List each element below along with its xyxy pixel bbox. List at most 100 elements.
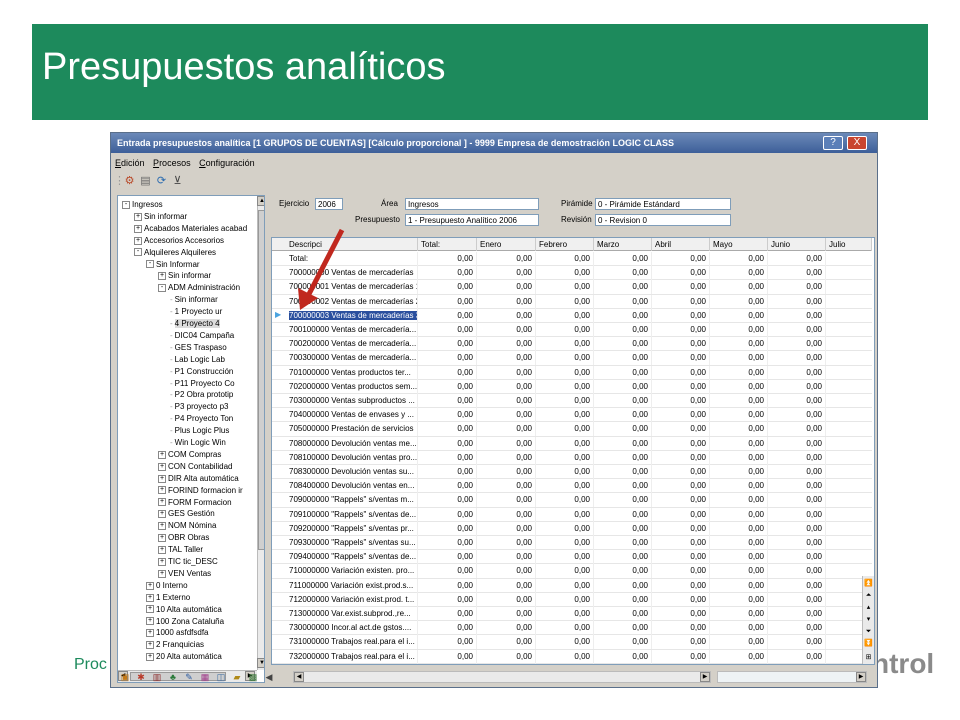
amount-cell[interactable]: 0,00: [418, 521, 477, 536]
amount-cell[interactable]: 0,00: [594, 607, 652, 621]
amount-cell[interactable]: 0,00: [710, 394, 768, 408]
amount-cell[interactable]: 0,00: [652, 394, 710, 408]
description-cell[interactable]: 701000000 Ventas productos ter...: [286, 365, 418, 380]
expand-icon[interactable]: +: [158, 569, 166, 578]
amount-cell[interactable]: 0,00: [652, 436, 710, 451]
tree-vertical-scrollbar[interactable]: ▲ ▼: [257, 196, 264, 670]
tree-item[interactable]: - Lab Logic Lab: [170, 354, 225, 365]
amount-cell[interactable]: 0,00: [594, 351, 652, 366]
description-cell[interactable]: 709400000 "Rappels" s/ventas de...: [286, 550, 418, 565]
column-header[interactable]: Junio: [768, 238, 826, 251]
amount-cell[interactable]: 0,00: [536, 621, 594, 636]
amount-cell[interactable]: 0,00: [652, 266, 710, 281]
expand-icon[interactable]: +: [158, 272, 166, 281]
table-row[interactable]: 702000000 Ventas productos sem... 0,00 0,0…: [272, 379, 872, 394]
table-row[interactable]: 708000000 Devolución ventas me... 0,00 0,0…: [272, 436, 872, 451]
next-record-icon[interactable]: ▾: [864, 614, 873, 625]
amount-cell[interactable]: 0,00: [652, 465, 710, 479]
table-row[interactable]: 731000000 Trabajos real.para el i... 0,00…: [272, 635, 872, 650]
amount-cell[interactable]: 0,00: [536, 280, 594, 295]
expand-icon[interactable]: +: [146, 593, 154, 602]
secondary-scrollbar[interactable]: ▶: [717, 671, 867, 683]
amount-cell[interactable]: 0,00: [710, 550, 768, 565]
amount-cell[interactable]: 0,00: [768, 365, 826, 380]
tree-item[interactable]: + Sin informar: [158, 270, 211, 281]
amount-cell[interactable]: 0,00: [710, 422, 768, 437]
description-cell[interactable]: 700000002 Ventas de mercaderías 2: [286, 294, 418, 309]
amount-cell[interactable]: 0,00: [418, 337, 477, 352]
amount-cell[interactable]: 0,00: [418, 323, 477, 337]
tree-item[interactable]: + Acabados Materiales acabad: [134, 223, 247, 234]
amount-cell[interactable]: 0,00: [594, 635, 652, 650]
amount-cell[interactable]: 0,00: [594, 266, 652, 281]
amount-cell[interactable]: 0,00: [536, 351, 594, 366]
tree-item[interactable]: - P2 Obra prototip: [170, 389, 233, 400]
amount-cell[interactable]: 0,00: [768, 450, 826, 465]
amount-cell[interactable]: 0,00: [652, 252, 710, 266]
amount-cell[interactable]: 0,00: [652, 521, 710, 536]
amount-cell[interactable]: 0,00: [710, 465, 768, 479]
amount-cell[interactable]: 0,00: [652, 323, 710, 337]
amount-cell[interactable]: 0,00: [710, 578, 768, 593]
amount-cell[interactable]: 0,00: [710, 308, 768, 323]
piramide-field[interactable]: 0 - Pirámide Estándard: [595, 198, 731, 210]
tree-item[interactable]: - Sin Informar: [146, 259, 200, 270]
tree-scroll-thumb[interactable]: [258, 210, 264, 550]
page-up-icon[interactable]: ⏶: [864, 590, 873, 601]
area-field[interactable]: Ingresos: [405, 198, 539, 210]
table-row[interactable]: 704000000 Ventas de envases y ... 0,00 0,0…: [272, 408, 872, 423]
amount-cell[interactable]: 0,00: [594, 578, 652, 593]
tree-item[interactable]: - GES Traspaso: [170, 342, 227, 353]
tree-item[interactable]: + COM Compras: [158, 449, 221, 460]
table-row[interactable]: 700000000 Ventas de mercaderías 0,00 0,00 0…: [272, 266, 872, 281]
amount-cell[interactable]: 0,00: [477, 649, 536, 664]
amount-cell[interactable]: 0,00: [418, 450, 477, 465]
description-cell[interactable]: 709200000 "Rappels" s/ventas pr...: [286, 521, 418, 536]
amount-cell[interactable]: 0,00: [652, 450, 710, 465]
amount-cell[interactable]: 0,00: [594, 422, 652, 437]
expand-icon[interactable]: +: [158, 510, 166, 519]
amount-cell[interactable]: 0,00: [710, 493, 768, 508]
amount-cell[interactable]: 0,00: [768, 280, 826, 295]
table-row[interactable]: 700300000 Ventas de mercadería... 0,00 0,0…: [272, 351, 872, 366]
amount-cell[interactable]: 0,00: [768, 635, 826, 650]
tree-item[interactable]: - Win Logic Win: [170, 437, 226, 448]
amount-cell[interactable]: 0,00: [710, 607, 768, 621]
grid-icon[interactable]: ▩: [247, 671, 259, 683]
close-button[interactable]: X: [847, 136, 867, 150]
grid-horizontal-scrollbar[interactable]: ◀ ▶: [293, 671, 711, 683]
description-cell[interactable]: 700000003 Ventas de mercaderías 3: [286, 308, 418, 323]
amount-cell[interactable]: 0,00: [594, 365, 652, 380]
amount-cell[interactable]: 0,00: [710, 649, 768, 664]
amount-cell[interactable]: 0,00: [418, 479, 477, 494]
tree-item[interactable]: +10 Alta automática: [146, 604, 222, 615]
amount-cell[interactable]: 0,00: [652, 280, 710, 295]
amount-cell[interactable]: 0,00: [418, 465, 477, 479]
prior-record-icon[interactable]: ▴: [864, 602, 873, 613]
amount-cell[interactable]: 0,00: [418, 564, 477, 579]
amount-cell[interactable]: 0,00: [536, 578, 594, 593]
expand-icon[interactable]: +: [158, 545, 166, 554]
column-header[interactable]: Marzo: [594, 238, 652, 251]
amount-cell[interactable]: 0,00: [710, 436, 768, 451]
table-row[interactable]: 708400000 Devolución ventas en... 0,00 0,0…: [272, 479, 872, 494]
expand-icon[interactable]: +: [146, 581, 154, 590]
amount-cell[interactable]: 0,00: [477, 294, 536, 309]
amount-cell[interactable]: 0,00: [594, 621, 652, 636]
column-header[interactable]: Julio: [826, 238, 872, 251]
properties-icon[interactable]: ⚙: [123, 175, 136, 188]
amount-cell[interactable]: 0,00: [477, 308, 536, 323]
description-cell[interactable]: 703000000 Ventas subproductos ...: [286, 394, 418, 408]
description-cell[interactable]: 708300000 Devolución ventas su...: [286, 465, 418, 479]
amount-cell[interactable]: 0,00: [477, 578, 536, 593]
expand-icon[interactable]: +: [134, 212, 142, 221]
amount-cell[interactable]: 0,00: [477, 507, 536, 522]
amount-cell[interactable]: 0,00: [477, 621, 536, 636]
amount-cell[interactable]: 0,00: [594, 550, 652, 565]
page-down-icon[interactable]: ⏷: [864, 626, 873, 637]
description-cell[interactable]: 713000000 Var.exist.subprod.,re...: [286, 607, 418, 621]
amount-cell[interactable]: 0,00: [536, 266, 594, 281]
last-record-icon[interactable]: ⏬: [864, 638, 873, 649]
tree-item[interactable]: +0 Interno: [146, 580, 188, 591]
help-button[interactable]: ?: [823, 136, 843, 150]
